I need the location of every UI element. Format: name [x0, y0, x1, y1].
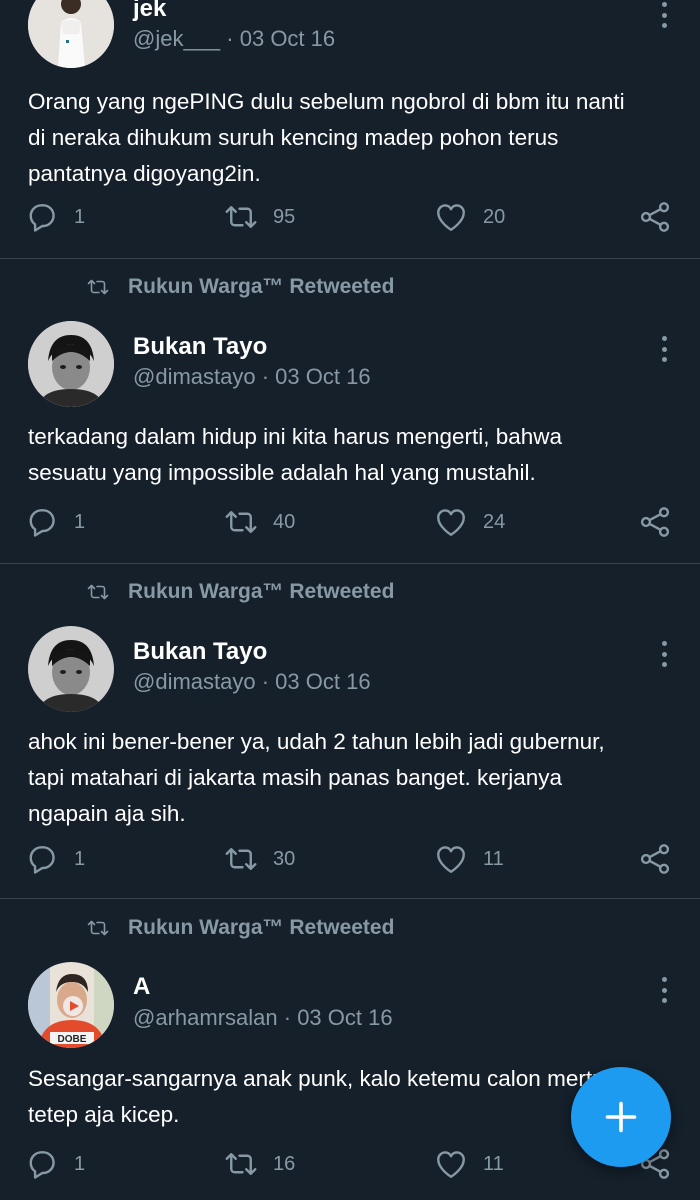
tweet-actions: 1 95 20	[0, 197, 700, 237]
share-button[interactable]	[637, 502, 673, 542]
reply-button[interactable]: 1	[24, 839, 85, 879]
retweet-icon	[223, 199, 259, 235]
retweet-count: 95	[273, 205, 296, 228]
retweet-icon	[223, 841, 259, 877]
tweet[interactable]: Rukun Warga™ Retweeted Bukan Tayo @dimas…	[0, 259, 700, 562]
like-count: 11	[483, 847, 504, 870]
like-count: 20	[483, 205, 506, 228]
meta-separator: ·	[220, 26, 240, 51]
author-handle[interactable]: @dimastayo	[133, 669, 256, 694]
retweet-button[interactable]: 16	[223, 1144, 295, 1184]
retweet-button[interactable]: 30	[223, 839, 295, 879]
tweet-meta: @jek___ · 03 Oct 16	[133, 24, 335, 54]
heart-icon	[433, 199, 469, 235]
tweet-meta: @dimastayo · 03 Oct 16	[133, 362, 371, 392]
retweet-context[interactable]: Rukun Warga™ Retweeted	[84, 577, 394, 607]
heart-icon	[433, 504, 469, 540]
author-name[interactable]: Bukan Tayo	[133, 332, 267, 362]
like-count: 24	[483, 510, 506, 533]
tweet-date[interactable]: 03 Oct 16	[275, 669, 370, 694]
tweet[interactable]: Rukun Warga™ Retweeted Bukan Tayo @dimas…	[0, 564, 700, 897]
tweet-text: Orang yang ngePING dulu sebelum ngobrol …	[28, 89, 625, 186]
heart-icon	[433, 841, 469, 877]
reply-count: 1	[74, 205, 86, 228]
tweet-meta: @arhamrsalan · 03 Oct 16	[133, 1003, 393, 1033]
like-button[interactable]: 24	[433, 502, 505, 542]
heart-icon	[433, 1146, 469, 1182]
reply-count: 1	[74, 1152, 86, 1175]
reply-button[interactable]: 1	[24, 502, 85, 542]
retweet-button[interactable]: 40	[223, 502, 295, 542]
share-icon	[637, 504, 673, 540]
tweet-text: ahok ini bener-bener ya, udah 2 tahun le…	[28, 729, 605, 826]
tweet-actions: 1 30 11	[0, 839, 700, 879]
like-button[interactable]: 11	[433, 839, 504, 879]
reply-button[interactable]: 1	[24, 197, 85, 237]
retweet-icon	[84, 275, 112, 299]
shirt-print: DOBE	[58, 1034, 87, 1045]
author-name[interactable]: Bukan Tayo	[133, 637, 267, 667]
more-vertical-icon[interactable]	[652, 334, 676, 364]
meta-separator: ·	[255, 669, 276, 694]
meta-separator: ·	[255, 364, 276, 389]
retweeted-by-label: Rukun Warga™ Retweeted	[128, 275, 395, 298]
like-button[interactable]: 11	[433, 1144, 504, 1184]
author-handle[interactable]: @jek___	[133, 26, 220, 51]
like-button[interactable]: 20	[433, 197, 505, 237]
retweet-count: 30	[273, 847, 296, 870]
share-icon	[637, 199, 673, 235]
tweet[interactable]: jek @jek___ · 03 Oct 16 Orang yang ngePI…	[0, 0, 700, 258]
avatar[interactable]	[28, 321, 114, 407]
reply-count: 1	[74, 847, 86, 870]
reply-icon	[24, 841, 60, 877]
share-button[interactable]	[637, 839, 673, 879]
tweet-date[interactable]: 03 Oct 16	[297, 1005, 392, 1030]
reply-icon	[24, 504, 60, 540]
reply-icon	[24, 199, 60, 235]
compose-button[interactable]	[571, 1067, 671, 1167]
more-vertical-icon[interactable]	[652, 975, 676, 1005]
author-handle[interactable]: @arhamrsalan	[133, 1005, 278, 1030]
more-vertical-icon[interactable]	[652, 0, 676, 30]
reply-icon	[24, 1146, 60, 1182]
tweet-meta: @dimastayo · 03 Oct 16	[133, 667, 371, 697]
share-icon	[637, 841, 673, 877]
avatar[interactable]	[28, 0, 114, 68]
retweet-context[interactable]: Rukun Warga™ Retweeted	[84, 913, 394, 943]
retweet-icon	[84, 580, 112, 604]
retweet-icon	[84, 916, 112, 940]
retweet-count: 40	[273, 510, 296, 533]
retweeted-by-label: Rukun Warga™ Retweeted	[128, 580, 395, 603]
share-button[interactable]	[637, 197, 673, 237]
retweet-icon	[223, 504, 259, 540]
avatar[interactable]: DOBE	[28, 962, 114, 1048]
author-handle[interactable]: @dimastayo	[133, 364, 256, 389]
tweet-actions: 1 40 24	[0, 502, 700, 542]
more-vertical-icon[interactable]	[652, 639, 676, 669]
meta-separator: ·	[277, 1005, 298, 1030]
tweet-date[interactable]: 03 Oct 16	[275, 364, 370, 389]
retweet-context[interactable]: Rukun Warga™ Retweeted	[84, 272, 394, 302]
retweeted-by-label: Rukun Warga™ Retweeted	[128, 916, 395, 939]
reply-button[interactable]: 1	[24, 1144, 85, 1184]
tweet-date[interactable]: 03 Oct 16	[240, 26, 335, 51]
like-count: 11	[483, 1152, 504, 1175]
retweet-button[interactable]: 95	[223, 197, 295, 237]
plus-icon	[605, 1101, 637, 1133]
retweet-icon	[223, 1146, 259, 1182]
author-name[interactable]: A	[133, 972, 150, 1002]
author-name[interactable]: jek	[133, 0, 166, 24]
reply-count: 1	[74, 510, 86, 533]
timeline: jek @jek___ · 03 Oct 16 Orang yang ngePI…	[0, 0, 700, 1200]
tweet-text: terkadang dalam hidup ini kita harus men…	[28, 424, 563, 485]
retweet-count: 16	[273, 1152, 296, 1175]
avatar[interactable]	[28, 626, 114, 712]
